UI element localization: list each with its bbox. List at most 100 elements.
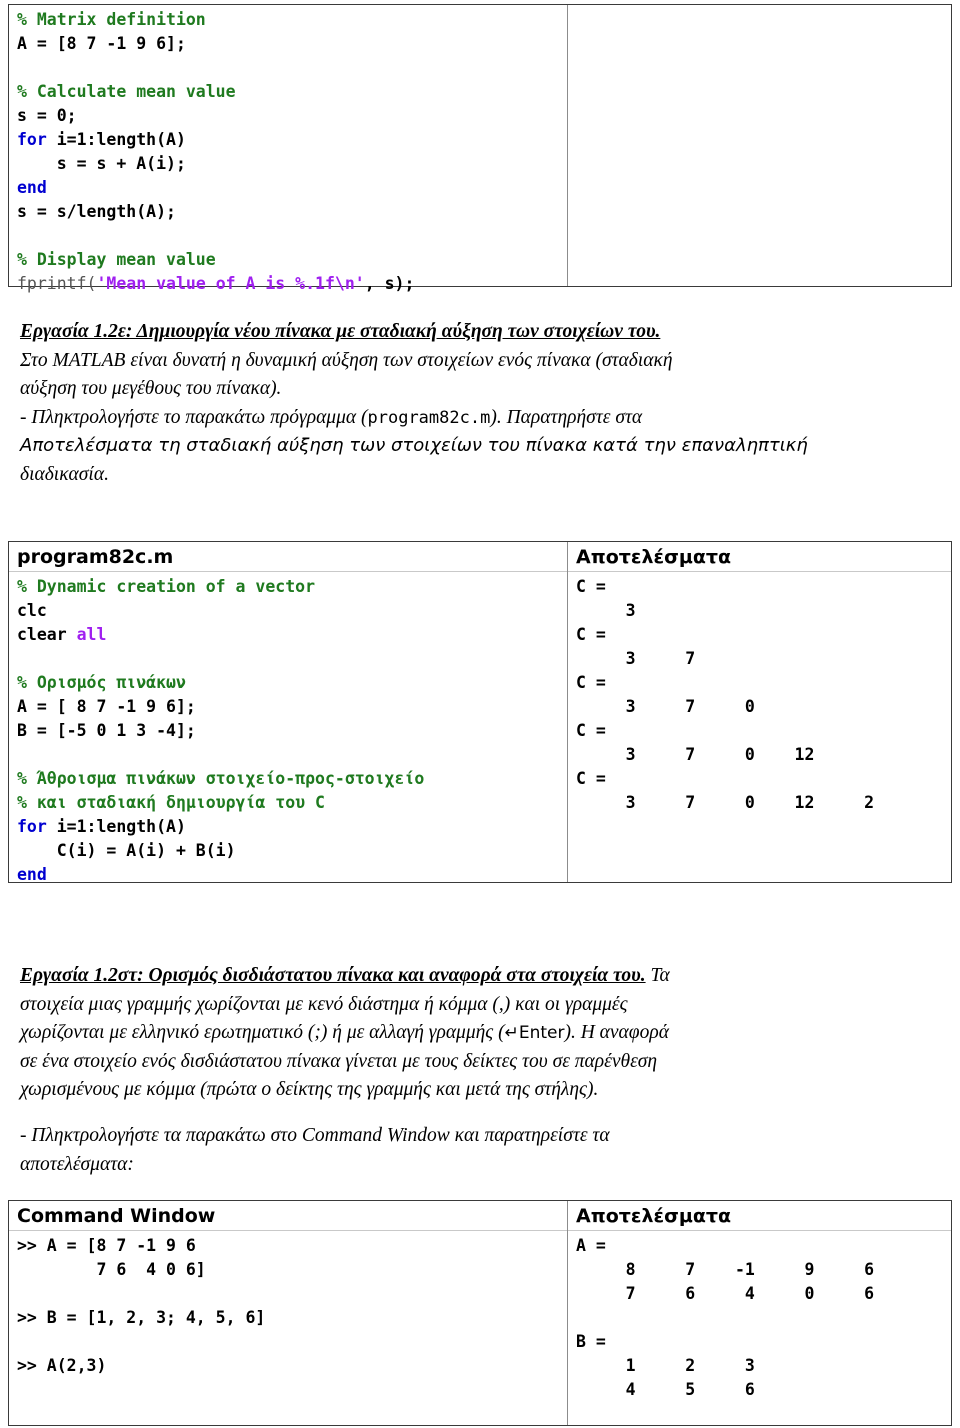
code-line: % και σταδιακή δημιουργία του C bbox=[17, 791, 567, 815]
task-1-2st-heading: Εργασία 1.2στ: Ορισμός δισδιάστατου πίνα… bbox=[20, 965, 646, 986]
output-line: 3 7 bbox=[576, 649, 696, 668]
code-line: clc bbox=[17, 599, 567, 623]
output-line: 4 5 6 bbox=[576, 1380, 755, 1399]
program82c-table: program82c.m % Dynamic creation of a vec… bbox=[8, 541, 952, 884]
task-1-2st-line1-tail: Τα bbox=[645, 965, 670, 986]
command-window-pane: Command Window >> A = [8 7 -1 9 6 7 6 4 … bbox=[9, 1201, 567, 1425]
code-line: % Άθροισμα πινάκων στοιχείο-προς-στοιχεί… bbox=[17, 767, 567, 791]
code-token: % Dynamic creation of a vector bbox=[17, 577, 316, 596]
code-token: for bbox=[17, 130, 47, 149]
program82c-results-listing: C = 3 C = 3 7 C = 3 7 0 C = 3 7 0 12 C = 3 7… bbox=[568, 572, 951, 815]
code-token: , s); bbox=[364, 274, 415, 293]
code-token: % Άθροισμα πινάκων στοιχείο-προς-στοιχεί… bbox=[17, 769, 425, 788]
code-token: % και σταδιακή δημιουργία του C bbox=[17, 793, 325, 812]
output-line: B = bbox=[576, 1332, 606, 1351]
mean-value-code-table: % Matrix definition A = [8 7 -1 9 6]; % Ca… bbox=[8, 4, 952, 293]
output-line: 3 7 0 12 bbox=[576, 745, 815, 764]
code-line: fprintf('Mean value of A is %.1f\n', s); bbox=[17, 272, 567, 296]
enter-key-label: ↵Enter bbox=[504, 1023, 565, 1043]
output-line: 1 2 3 bbox=[576, 1356, 755, 1375]
code-line: A = [8 7 -1 9 6]; bbox=[17, 32, 567, 56]
code-line: s = 0; bbox=[17, 104, 567, 128]
program82c-results-pane: Αποτελέσματα C = 3 C = 3 7 C = 3 7 0 C = 3 … bbox=[567, 542, 951, 882]
output-line: A = bbox=[576, 1236, 606, 1255]
output-line: 7 6 4 0 6 bbox=[576, 1284, 875, 1303]
code-line: end bbox=[17, 863, 567, 887]
code-line: A = [ 8 7 -1 9 6]; bbox=[17, 695, 567, 719]
mean-value-output-pane bbox=[567, 5, 951, 286]
task-1-2e-heading: Εργασία 1.2ε: Δημιουργία νέου πίνακα με … bbox=[20, 321, 661, 342]
command-window-results-title: Αποτελέσματα bbox=[568, 1201, 951, 1231]
command-window-listing: >> A = [8 7 -1 9 6 7 6 4 0 6] >> B = [1, … bbox=[9, 1231, 567, 1378]
code-token: clc bbox=[17, 601, 47, 620]
output-line: 3 bbox=[576, 601, 636, 620]
code-token: end bbox=[17, 865, 47, 884]
output-line: 8 7 -1 9 6 bbox=[576, 1260, 875, 1279]
instruction-line-1: - Πληκτρολογήστε τα παρακάτω στο Command… bbox=[20, 1125, 610, 1146]
mean-value-code-listing: % Matrix definition A = [8 7 -1 9 6]; % Ca… bbox=[9, 5, 567, 296]
task-1-2e-line2: Στο MATLAB είναι δυνατή η δυναμική αύξησ… bbox=[20, 349, 673, 371]
output-line: C = bbox=[576, 577, 606, 596]
code-token: i=1:length(A) bbox=[46, 817, 186, 836]
code-token: A = [ 8 7 -1 9 6]; bbox=[17, 697, 196, 716]
code-line: C(i) = A(i) + B(i) bbox=[17, 839, 567, 863]
command-window-table: Command Window >> A = [8 7 -1 9 6 7 6 4 … bbox=[8, 1200, 952, 1426]
program82c-code-pane: program82c.m % Dynamic creation of a vec… bbox=[9, 542, 567, 884]
task-1-2e-line5: Αποτελέσματα τη σταδιακή αύξηση των στοι… bbox=[20, 435, 808, 456]
code-token: A = [8 7 -1 9 6]; bbox=[17, 34, 186, 53]
code-token: s = 0; bbox=[17, 106, 77, 125]
task-1-2e-line4-suffix: ). Παρατηρήστε στα bbox=[490, 406, 643, 428]
code-token: fprintf( bbox=[17, 274, 97, 293]
code-line: s = s + A(i); bbox=[17, 152, 567, 176]
code-token: % Calculate mean value bbox=[17, 82, 236, 101]
code-token: % Display mean value bbox=[17, 250, 216, 269]
code-token: clear bbox=[17, 625, 77, 644]
code-line: % Dynamic creation of a vector bbox=[17, 575, 567, 599]
code-line: for i=1:length(A) bbox=[17, 815, 567, 839]
mean-value-output-listing bbox=[568, 5, 951, 8]
code-token: 'Mean value of A is %.1f\n' bbox=[96, 274, 365, 293]
program82c-pane-title: program82c.m bbox=[9, 542, 567, 572]
task-1-2st-line3-prefix: χωρίζονται με ελληνικό ερωτηματικό (;) ή… bbox=[20, 1022, 505, 1043]
task-1-2st-paragraph: Εργασία 1.2στ: Ορισμός δισδιάστατου πίνα… bbox=[20, 962, 940, 1105]
program82c-results-title: Αποτελέσματα bbox=[568, 542, 951, 572]
task-1-2e-line6: διαδικασία. bbox=[20, 463, 109, 485]
code-token: for bbox=[17, 817, 47, 836]
output-line: >> A = [8 7 -1 9 6 bbox=[17, 1236, 196, 1255]
output-line: >> A(2,3) bbox=[17, 1356, 107, 1375]
output-line: 3 7 0 bbox=[576, 697, 755, 716]
code-token: s = s + A(i); bbox=[17, 154, 186, 173]
task-1-2e-line4-prefix: - Πληκτρολογήστε το παρακάτω πρόγραμμα ( bbox=[20, 406, 368, 428]
output-line: C = bbox=[576, 721, 606, 740]
program82c-code-listing: % Dynamic creation of a vector clc clear a… bbox=[9, 572, 567, 887]
task-1-2st-line5: χωρισμένους με κόμμα (πρώτα ο δείκτης τη… bbox=[20, 1079, 599, 1100]
output-line: C = bbox=[576, 769, 606, 788]
instruction-line-2: αποτελέσματα: bbox=[20, 1153, 134, 1175]
output-line: 7 6 4 0 6] bbox=[17, 1260, 206, 1279]
code-token: s = s/length(A); bbox=[17, 202, 176, 221]
code-line: for i=1:length(A) bbox=[17, 128, 567, 152]
output-line: 3 7 0 12 2 bbox=[576, 793, 875, 812]
task-1-2e-paragraph: Εργασία 1.2ε: Δημιουργία νέου πίνακα με … bbox=[20, 318, 940, 489]
code-token: end bbox=[17, 178, 47, 197]
code-line: s = s/length(A); bbox=[17, 200, 567, 224]
code-token: % Ορισμός πινάκων bbox=[17, 673, 186, 692]
output-line: C = bbox=[576, 673, 606, 692]
mean-value-code-pane: % Matrix definition A = [8 7 -1 9 6]; % Ca… bbox=[9, 5, 567, 293]
code-line: clear all bbox=[17, 623, 567, 647]
code-token: B = [-5 0 1 3 -4]; bbox=[17, 721, 196, 740]
program82c-filename-inline: program82c.m bbox=[367, 407, 491, 428]
code-line: % Calculate mean value bbox=[17, 80, 567, 104]
code-token: all bbox=[76, 625, 107, 644]
code-token: % Matrix definition bbox=[17, 10, 206, 29]
output-line: C = bbox=[576, 625, 606, 644]
command-window-results-listing: A = 8 7 -1 9 6 7 6 4 0 6 B = 1 2 3 4 5 6 bbox=[568, 1231, 951, 1402]
command-window-title: Command Window bbox=[9, 1201, 567, 1231]
code-line: end bbox=[17, 176, 567, 200]
task-1-2st-instruction: - Πληκτρολογήστε τα παρακάτω στο Command… bbox=[20, 1122, 940, 1179]
